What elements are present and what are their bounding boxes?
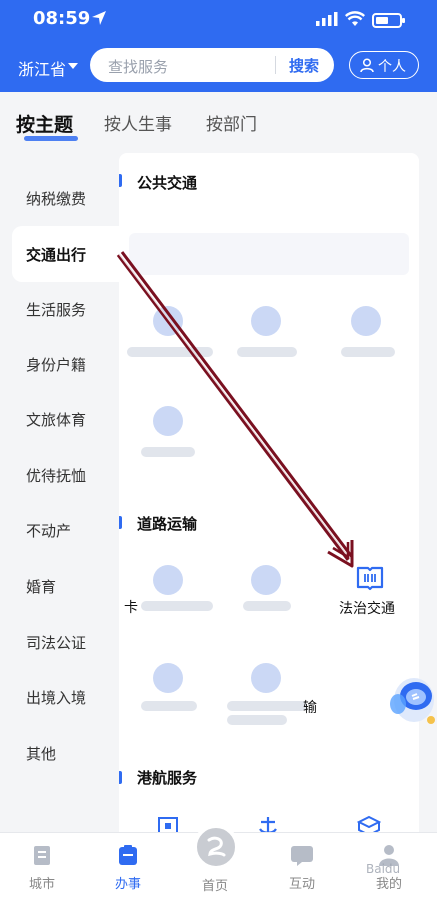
watermark: Baidu xyxy=(366,862,401,876)
annotation-arrow xyxy=(116,251,354,568)
